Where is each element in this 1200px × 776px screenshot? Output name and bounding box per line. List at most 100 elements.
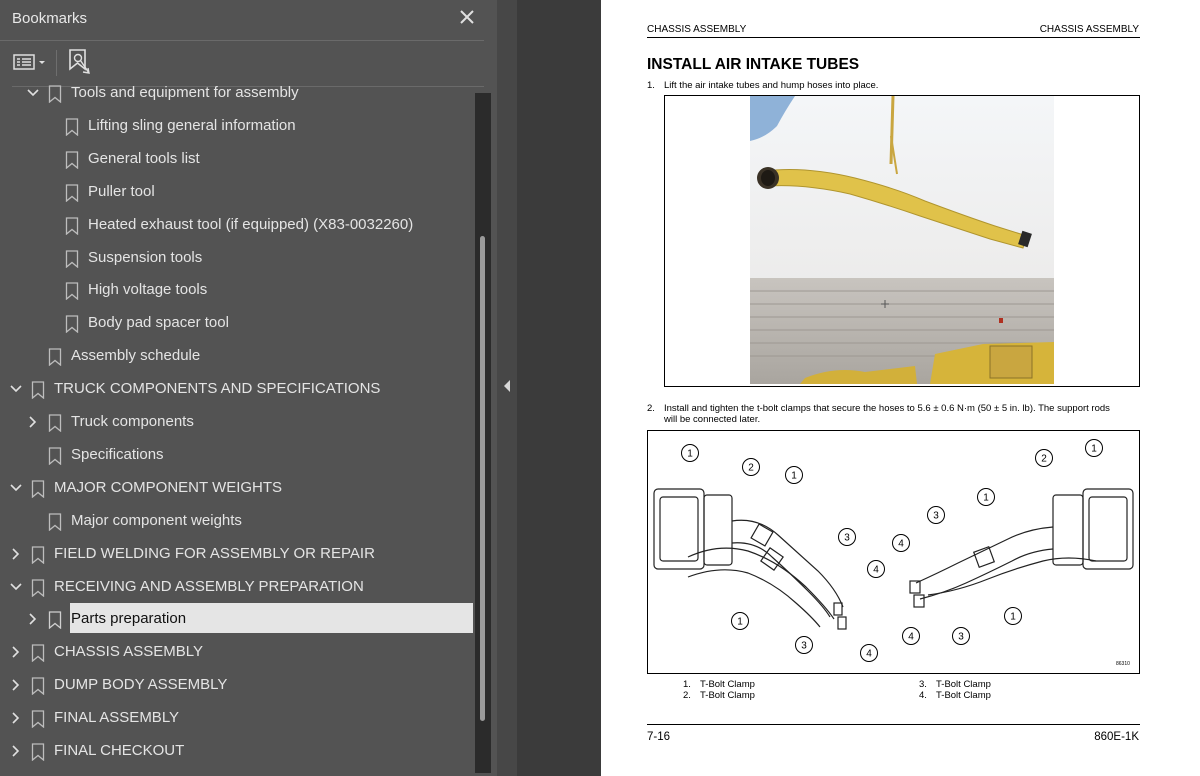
callout-number: 1 xyxy=(737,617,743,628)
callout-number: 4 xyxy=(873,565,879,576)
callout-number: 3 xyxy=(801,641,807,652)
bookmark-icon xyxy=(65,118,79,136)
chevron-right-icon[interactable] xyxy=(25,414,41,430)
list-options-icon xyxy=(13,54,45,70)
callout-number: 2 xyxy=(1041,454,1047,465)
collapse-panel-button[interactable] xyxy=(497,0,517,776)
bookmark-icon xyxy=(31,381,45,400)
step2-text-line2: will be connected later. xyxy=(664,414,761,425)
air-intake-tube-photo xyxy=(750,95,1054,384)
bookmark-label: Major component weights xyxy=(71,511,242,529)
bookmark-row[interactable]: Specifications xyxy=(0,439,475,472)
bookmark-row[interactable]: FIELD WELDING FOR ASSEMBLY OR REPAIR xyxy=(0,538,475,571)
bookmark-row[interactable]: TRUCK COMPONENTS AND SPECIFICATIONS xyxy=(0,373,475,406)
bookmark-label: Tools and equipment for assembly xyxy=(71,84,299,101)
bookmark-icon xyxy=(31,710,45,729)
bookmark-icon xyxy=(31,480,45,498)
chevron-down-icon[interactable] xyxy=(8,480,24,496)
bookmark-row[interactable]: Suspension tools xyxy=(0,242,475,275)
chevron-right-icon[interactable] xyxy=(8,710,24,726)
bookmark-row[interactable]: Heated exhaust tool (if equipped) (X83-0… xyxy=(0,209,475,242)
bookmark-icon xyxy=(31,743,45,761)
bookmark-row[interactable]: Truck components xyxy=(0,406,475,439)
close-icon xyxy=(460,10,474,24)
chevron-down-icon[interactable] xyxy=(8,579,24,595)
bookmark-row[interactable]: Parts preparation xyxy=(0,603,475,636)
bookmark-row[interactable]: MAJOR COMPONENT WEIGHTS xyxy=(0,472,475,505)
bookmark-row[interactable]: High voltage tools xyxy=(0,274,475,307)
bookmark-label: Assembly schedule xyxy=(71,347,201,365)
clamp-diagram: 1 2 1 1 3 4 3 4 2 1 1 3 4 4 3 1 86310 xyxy=(647,430,1140,674)
bookmark-row[interactable]: RECEIVING AND ASSEMBLY PREPARATION xyxy=(0,571,475,604)
bookmark-row[interactable]: FINAL CHECKOUT xyxy=(0,735,475,768)
bookmark-label: TRUCK COMPONENTS AND SPECIFICATIONS xyxy=(54,380,381,398)
callout-number: 3 xyxy=(958,632,964,643)
bookmark-label: Heated exhaust tool (if equipped) (X83-0… xyxy=(88,215,414,233)
chevron-right-icon[interactable] xyxy=(8,546,24,562)
bookmark-row[interactable]: CHASSIS ASSEMBLY xyxy=(0,636,475,669)
bookmark-label: FIELD WELDING FOR ASSEMBLY OR REPAIR xyxy=(54,544,375,562)
bookmark-icon xyxy=(48,414,62,432)
bookmark-tree: Tools and equipment for assembly Lifting … xyxy=(0,83,475,776)
bookmarks-panel: Bookmarks Tools and equipment for assemb… xyxy=(0,0,497,776)
bookmark-row[interactable]: Body pad spacer tool xyxy=(0,307,475,340)
callout-number: 1 xyxy=(1010,612,1016,623)
bookmark-label: Specifications xyxy=(71,445,164,463)
callout-number: 1 xyxy=(1091,444,1097,455)
chevron-right-icon[interactable] xyxy=(25,611,41,627)
callout-number: 1 xyxy=(791,471,797,482)
section-title: INSTALL AIR INTAKE TUBES xyxy=(647,56,860,73)
bookmark-row[interactable]: Lifting sling general information xyxy=(0,110,475,143)
step2-text-line1: Install and tighten the t-bolt clamps th… xyxy=(664,403,1110,414)
bookmark-row[interactable]: Major component weights xyxy=(0,505,475,538)
diagram-code: 86310 xyxy=(1116,661,1130,667)
legend-number: 4. xyxy=(919,690,927,701)
bookmark-label: MAJOR COMPONENT WEIGHTS xyxy=(54,478,283,496)
legend-text: T-Bolt Clamp xyxy=(936,679,991,690)
bookmark-icon xyxy=(48,85,62,103)
model-number: 860E-1K xyxy=(1094,731,1139,743)
bookmark-icon xyxy=(31,677,45,696)
toolbar-separator xyxy=(56,50,57,76)
chevron-right-icon[interactable] xyxy=(8,677,24,693)
collapse-left-icon xyxy=(504,380,510,392)
chevron-right-icon[interactable] xyxy=(8,743,24,759)
legend-text: T-Bolt Clamp xyxy=(700,690,755,701)
bookmark-add-icon xyxy=(69,49,90,74)
bookmark-label: Suspension tools xyxy=(88,248,203,266)
chevron-right-icon[interactable] xyxy=(8,644,24,660)
bookmark-icon xyxy=(65,184,79,202)
scrollbar-thumb[interactable] xyxy=(480,236,485,721)
legend-number: 2. xyxy=(683,690,691,701)
bookmark-icon xyxy=(48,513,62,531)
add-bookmark-button[interactable] xyxy=(66,47,94,77)
chevron-down-icon[interactable] xyxy=(25,85,41,101)
chevron-down-icon[interactable] xyxy=(8,381,24,397)
footer-rule xyxy=(647,724,1140,725)
header-rule xyxy=(647,37,1140,38)
bookmark-row[interactable]: Puller tool xyxy=(0,176,475,209)
callout-number: 3 xyxy=(933,511,939,522)
step1-text: Lift the air intake tubes and hump hoses… xyxy=(664,80,879,91)
bookmark-icon xyxy=(65,216,79,235)
bookmark-row[interactable]: General tools list xyxy=(0,143,475,176)
close-button[interactable] xyxy=(454,4,480,30)
bookmark-row[interactable]: DUMP BODY ASSEMBLY xyxy=(0,669,475,702)
bookmark-label: RECEIVING AND ASSEMBLY PREPARATION xyxy=(54,577,364,595)
bookmark-label: Parts preparation xyxy=(71,610,187,628)
step2-number: 2. xyxy=(647,403,655,414)
bookmark-row[interactable]: Tools and equipment for assembly xyxy=(0,83,475,110)
bookmark-row[interactable]: FINAL ASSEMBLY xyxy=(0,702,475,735)
callout-number: 2 xyxy=(748,463,754,474)
header-divider xyxy=(0,40,484,41)
bookmark-row[interactable]: Assembly schedule xyxy=(0,340,475,373)
bookmark-label: Truck components xyxy=(71,413,194,430)
legend-number: 3. xyxy=(919,679,927,690)
callout-number: 4 xyxy=(898,539,904,550)
bookmark-icon xyxy=(31,644,45,663)
header-right: CHASSIS ASSEMBLY xyxy=(1039,24,1139,35)
bookmark-label: FINAL CHECKOUT xyxy=(54,742,185,759)
bookmark-icon xyxy=(65,249,79,268)
scrollbar-track[interactable] xyxy=(475,93,491,773)
options-button[interactable] xyxy=(12,47,50,77)
